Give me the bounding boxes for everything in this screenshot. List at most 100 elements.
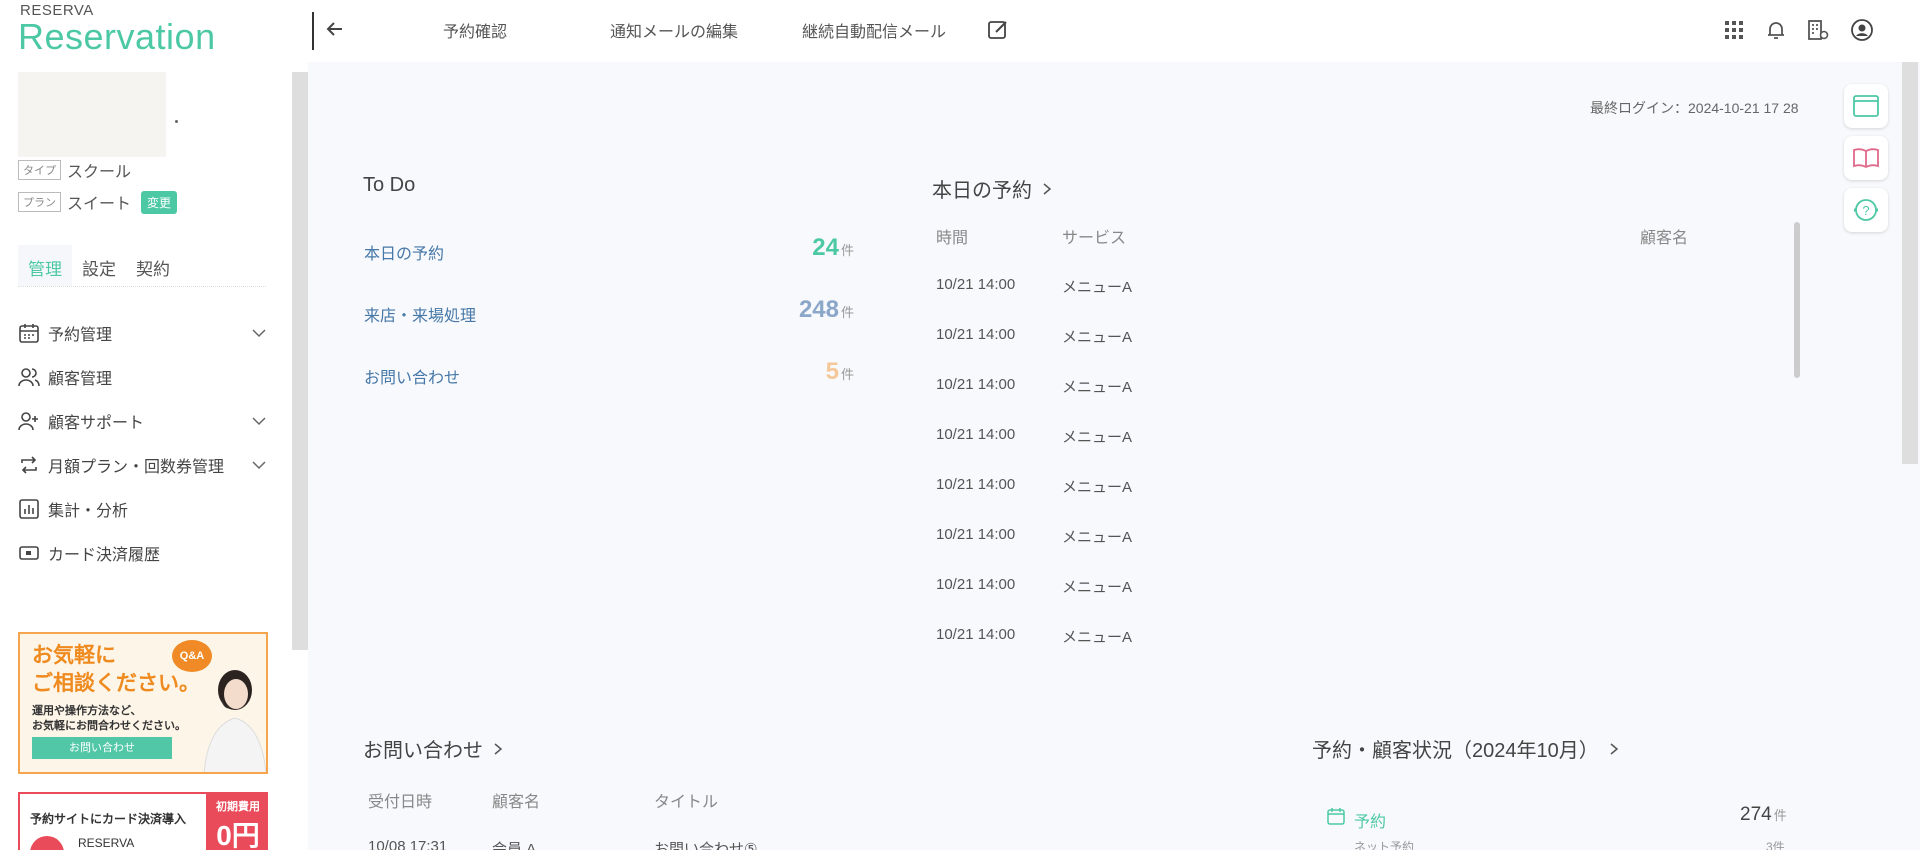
repeat-icon	[21, 456, 37, 474]
plan-value: スイート	[67, 196, 132, 213]
sidebar-item-customer-support[interactable]: 顧客サポート	[18, 406, 268, 436]
status-reservations-value: 274 件	[1740, 804, 1787, 826]
status-title[interactable]: 予約・顧客状況（2024年10月）	[1312, 734, 1621, 763]
reservation-time: 10/21 14:00	[936, 526, 1016, 543]
table-row[interactable]: 10/21 14:00 メニューA	[936, 470, 1736, 500]
sidebar-item-subscription-management[interactable]: 月額プラン・回数券管理	[18, 450, 268, 480]
todo-row-visit[interactable]: 来店・来場処理 248 件	[364, 296, 854, 326]
reservation-service: メニューA	[1062, 429, 1133, 446]
sidebar-item-card-payment-history[interactable]: カード決済履歴	[18, 538, 268, 568]
inquiry-title[interactable]: お問い合わせ⑤	[654, 838, 757, 850]
last-login: 最終ログイン：2024-10-21 17 28	[1590, 100, 1799, 116]
unit-label: 件	[840, 305, 854, 320]
table-row[interactable]: 10/21 14:00 メニューA	[936, 270, 1736, 300]
todo-row-inquiry[interactable]: お問い合わせ 5件	[364, 358, 854, 388]
reservation-time: 10/21 14:00	[936, 276, 1016, 293]
building-settings-icon[interactable]	[1806, 18, 1830, 42]
reservation-service: メニューA	[1062, 529, 1133, 546]
reservation-time: 10/21 14:00	[936, 576, 1016, 593]
help-button[interactable]: ?	[1844, 188, 1888, 232]
todo-count-value: 248	[798, 296, 839, 323]
card-payment-banner[interactable]: 予約サイトにカード決済導入 RESERVA 初期費用 0円	[18, 792, 268, 850]
status-reservations-label[interactable]: 予約	[1354, 808, 1386, 832]
sidebar-item-reservation-management[interactable]: 予約管理	[18, 318, 268, 348]
users-icon	[18, 368, 40, 387]
calendar-icon	[19, 324, 39, 343]
reservation-time: 10/21 14:00	[936, 626, 1016, 643]
reservation-service: メニューA	[1062, 279, 1133, 296]
todo-label[interactable]: 本日の予約	[364, 240, 444, 264]
column-header-received: 受付日時	[368, 794, 433, 811]
sidebar-scrollbar[interactable]	[292, 72, 308, 650]
main-content: 最終ログイン：2024-10-21 17 28 ? To Do 本日の予約 24…	[308, 62, 1920, 850]
initial-fee-value: 0円	[216, 820, 260, 850]
todo-row-today[interactable]: 本日の予約 24 件	[364, 234, 854, 264]
plan-tag: プラン	[18, 192, 61, 212]
bell-icon[interactable]	[1764, 18, 1788, 42]
unit-label: 件	[840, 243, 854, 258]
reservations-scrollbar[interactable]	[1794, 222, 1800, 378]
topnav-auto-delivery-email[interactable]: 継続自動配信メール	[802, 18, 946, 42]
change-plan-button[interactable]: 変更	[141, 190, 178, 214]
banner-subtitle: 運用や操作方法など、 お気軽にお問合わせください。	[32, 704, 186, 734]
calendar-icon	[1327, 808, 1345, 825]
table-row[interactable]: 10/21 14:00 メニューA	[936, 420, 1736, 450]
table-row[interactable]: 10/21 14:00 メニューA	[936, 620, 1736, 650]
divider	[312, 12, 314, 50]
sidebar-item-customer-management[interactable]: 顧客管理	[18, 362, 268, 392]
brand-logo[interactable]: Reservation	[18, 16, 216, 58]
table-row[interactable]: 10/21 14:00 メニューA	[936, 320, 1736, 350]
todo-label[interactable]: 来店・来場処理	[364, 302, 476, 326]
support-banner[interactable]: お気軽に ご相談ください。 Q&A 運用や操作方法など、 お気軽にお問合わせくだ…	[18, 632, 268, 774]
page-scrollbar[interactable]	[1902, 62, 1918, 464]
reservation-time: 10/21 14:00	[936, 326, 1016, 343]
contact-button[interactable]: お問い合わせ	[32, 737, 172, 759]
todo-count-value: 24	[812, 234, 839, 261]
todo-label[interactable]: お問い合わせ	[364, 364, 460, 388]
table-row[interactable]: 10/21 14:00 メニューA	[936, 520, 1736, 550]
manual-button[interactable]	[1844, 136, 1888, 180]
reservation-service: メニューA	[1062, 629, 1133, 646]
reservation-time: 10/21 14:00	[936, 376, 1016, 393]
banner-subtitle-line2: お気軽にお問合わせください。	[32, 720, 186, 732]
reservation-service: メニューA	[1062, 579, 1133, 596]
chevron-down-icon	[252, 417, 266, 426]
edit-icon[interactable]	[986, 18, 1010, 42]
browser-view-button[interactable]	[1844, 84, 1888, 128]
table-row[interactable]: 10/21 14:00 メニューA	[936, 370, 1736, 400]
table-row[interactable]: 10/21 14:00 メニューA	[936, 570, 1736, 600]
sidebar-tabs: 管理 設定 契約	[18, 245, 266, 287]
inquiries-title[interactable]: お問い合わせ	[363, 734, 505, 763]
tab-manage[interactable]: 管理	[18, 245, 72, 286]
today-reservations-title[interactable]: 本日の予約	[932, 174, 1054, 203]
sidebar-item-label: 顧客管理	[48, 371, 113, 388]
initial-fee-badge: 初期費用 0円	[206, 794, 266, 850]
sidebar-item-analytics[interactable]: 集計・分析	[18, 494, 268, 524]
topnav-reservation-check[interactable]: 予約確認	[443, 18, 507, 42]
inquiry-customer: 会員 A	[492, 841, 537, 850]
sidebar-item-label: 月額プラン・回数券管理	[48, 459, 225, 476]
banner-subtitle-line1: 運用や操作方法など、	[32, 705, 142, 717]
inquiry-date: 10/08 17:31	[368, 838, 448, 850]
todo-title: To Do	[363, 174, 415, 197]
column-header-service: サービス	[1062, 230, 1127, 247]
card-icon	[19, 546, 39, 560]
user-account-icon[interactable]	[1850, 18, 1874, 42]
help-headset-icon: ?	[1854, 199, 1878, 221]
topnav-notification-email[interactable]: 通知メールの編集	[610, 18, 738, 42]
tab-settings[interactable]: 設定	[72, 245, 126, 286]
sidebar-item-label: 予約管理	[48, 327, 113, 344]
column-header-customer: 顧客名	[1640, 230, 1689, 247]
tab-contract[interactable]: 契約	[126, 245, 180, 286]
browser-window-icon	[1853, 95, 1879, 117]
column-header-customer-name: 顧客名	[492, 794, 541, 811]
initial-fee-label: 初期費用	[216, 801, 260, 813]
grid-icon[interactable]	[1722, 18, 1746, 42]
back-arrow-icon[interactable]	[320, 14, 350, 44]
user-plus-icon	[18, 412, 38, 431]
decoration	[175, 120, 178, 123]
status-value-number: 274	[1740, 804, 1772, 825]
reservation-service: メニューA	[1062, 379, 1133, 396]
chevron-down-icon	[252, 461, 266, 470]
type-tag: タイプ	[18, 160, 61, 180]
